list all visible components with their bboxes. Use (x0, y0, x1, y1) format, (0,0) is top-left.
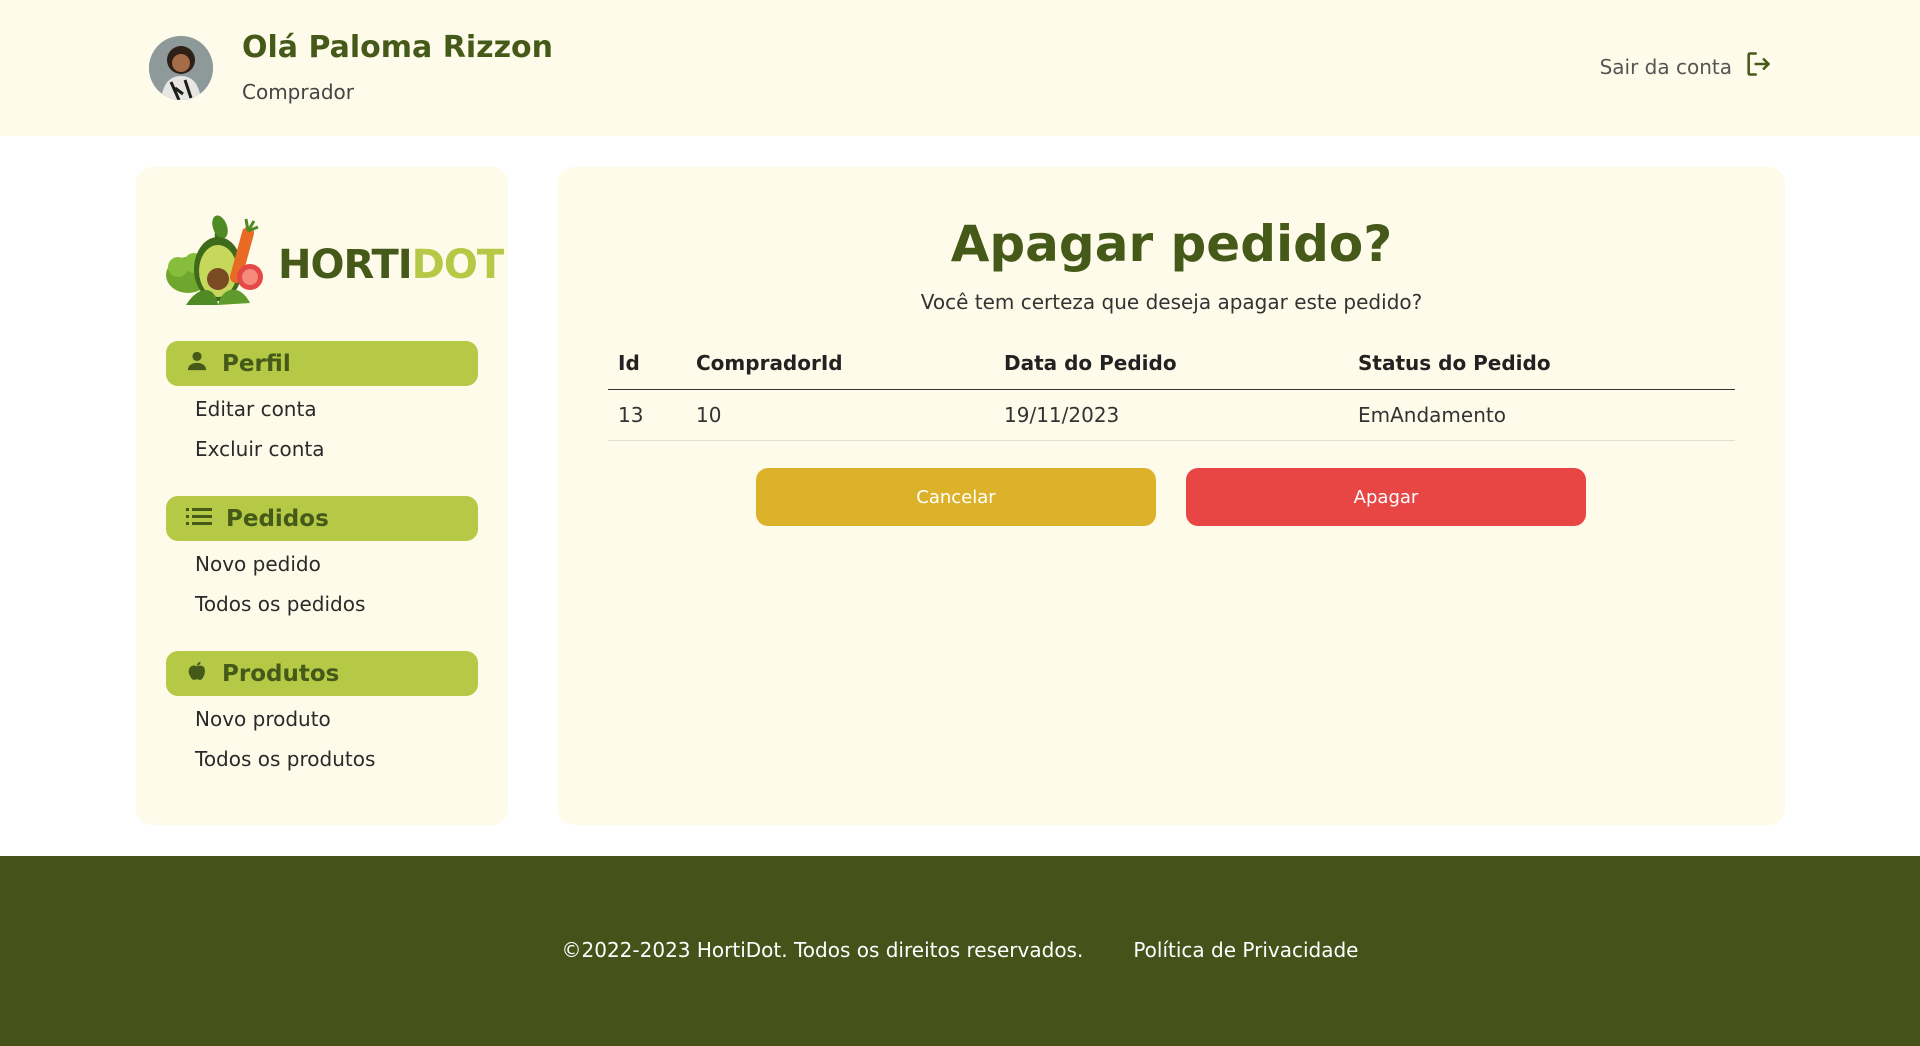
top-bar: Olá Paloma Rizzon Comprador Sair da cont… (0, 0, 1920, 136)
person-icon (186, 350, 208, 378)
sidebar-header-perfil[interactable]: Perfil (166, 341, 478, 386)
table-header-row: Id CompradorId Data do Pedido Status do … (608, 337, 1735, 390)
sidebar-item-todos-produtos[interactable]: Todos os produtos (195, 747, 375, 771)
cancel-button[interactable]: Cancelar (756, 468, 1156, 526)
hortidot-logo[interactable]: HORTIDOT (164, 213, 504, 317)
avatar (149, 36, 213, 100)
column-header-id: Id (608, 337, 686, 390)
sidebar-item-novo-produto[interactable]: Novo produto (195, 707, 331, 731)
column-header-data: Data do Pedido (994, 337, 1348, 390)
footer: ©2022-2023 HortiDot. Todos os direitos r… (0, 856, 1920, 1046)
logo-wordmark: HORTIDOT (278, 242, 504, 288)
sidebar-item-editar-conta[interactable]: Editar conta (195, 397, 317, 421)
logo-text-dot: DOT (411, 242, 504, 288)
logout-label: Sair da conta (1599, 54, 1732, 79)
sidebar: HORTIDOT Perfil Editar conta Excluir con… (136, 167, 508, 825)
logo-text-horti: HORTI (278, 242, 413, 288)
apple-icon (186, 660, 208, 688)
sidebar-item-todos-pedidos[interactable]: Todos os pedidos (195, 592, 365, 616)
sidebar-header-produtos[interactable]: Produtos (166, 651, 478, 696)
logout-button[interactable]: Sair da conta (1600, 50, 1772, 83)
main-panel: Apagar pedido? Você tem certeza que dese… (558, 167, 1785, 825)
sidebar-header-label: Produtos (222, 660, 340, 687)
column-header-compradorid: CompradorId (686, 337, 994, 390)
sidebar-header-label: Pedidos (226, 505, 329, 532)
greeting-title: Olá Paloma Rizzon (242, 30, 554, 65)
cell-status-pedido: EmAndamento (1348, 389, 1735, 441)
privacy-policy-link[interactable]: Política de Privacidade (1133, 938, 1358, 962)
cell-compradorid: 10 (686, 389, 994, 441)
list-icon (186, 505, 212, 533)
user-role: Comprador (242, 80, 355, 104)
logout-icon (1744, 50, 1772, 83)
sidebar-item-excluir-conta[interactable]: Excluir conta (195, 437, 325, 461)
vegetables-logo-icon (164, 213, 272, 317)
cell-id: 13 (608, 389, 686, 441)
copyright-text: ©2022-2023 HortiDot. Todos os direitos r… (561, 938, 1084, 962)
page-title: Apagar pedido? (950, 215, 1393, 273)
column-header-status: Status do Pedido (1348, 337, 1735, 390)
confirmation-message: Você tem certeza que deseja apagar este … (920, 290, 1423, 314)
sidebar-item-novo-pedido[interactable]: Novo pedido (195, 552, 321, 576)
cell-data-pedido: 19/11/2023 (994, 389, 1348, 441)
delete-button[interactable]: Apagar (1186, 468, 1586, 526)
sidebar-header-label: Perfil (222, 350, 291, 377)
table-row: 13 10 19/11/2023 EmAndamento (608, 389, 1735, 441)
order-table: Id CompradorId Data do Pedido Status do … (608, 337, 1735, 441)
sidebar-header-pedidos[interactable]: Pedidos (166, 496, 478, 541)
